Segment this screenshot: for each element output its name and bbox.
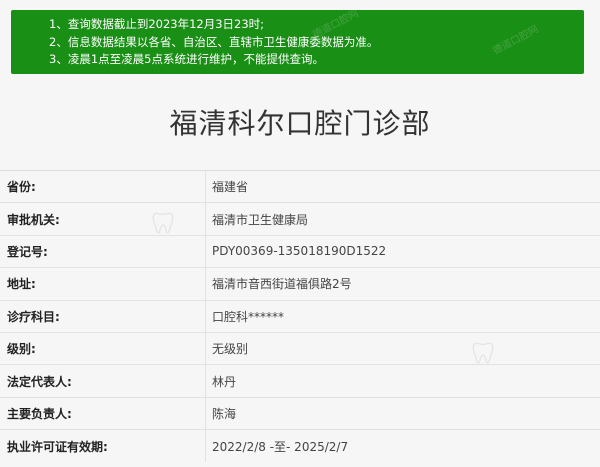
table-row: 省份: 福建省 <box>0 170 600 203</box>
row-value: 2022/2/8 -至- 2025/2/7 <box>212 439 349 454</box>
table-row: 登记号: PDY00369-135018190D1522 <box>0 235 600 268</box>
table-row: 审批机关: 福清市卫生健康局 <box>0 202 600 236</box>
row-label: 执业许可证有效期: <box>0 429 206 463</box>
row-value: 无级别 <box>212 342 249 357</box>
row-label: 地址: <box>0 267 206 301</box>
notice-line-3: 3、凌晨1点至凌晨5点系统进行维护，不能提供查询。 <box>49 52 324 66</box>
row-label: 省份: <box>0 170 206 203</box>
row-label: 诊疗科目: <box>0 300 206 333</box>
page-title: 福清科尔口腔门诊部 <box>169 107 431 140</box>
notice-banner: 1、查询数据截止到2023年12月3日23时; 2、信息数据结果以各省、自治区、… <box>11 8 584 74</box>
row-value: PDY00369-135018190D1522 <box>212 244 387 259</box>
table-row: 法定代表人: 林丹 <box>0 364 600 398</box>
notice-line-1: 1、查询数据截止到2023年12月3日23时; <box>49 17 265 31</box>
row-value: 陈海 <box>212 406 237 421</box>
table-row: 诊疗科目: 口腔科****** <box>0 300 600 333</box>
row-value: 福建省 <box>212 180 249 195</box>
row-label: 登记号: <box>0 235 206 268</box>
row-value: 福清市音西街道福俱路2号 <box>212 277 352 292</box>
row-value: 林丹 <box>212 374 237 389</box>
row-label: 主要负责人: <box>0 397 206 430</box>
row-label: 法定代表人: <box>0 364 206 398</box>
info-table: 省份: 福建省 审批机关: 福清市卫生健康局 登记号: PDY00369-135… <box>0 170 600 463</box>
row-value: 口腔科****** <box>212 309 285 324</box>
row-label: 审批机关: <box>0 202 206 236</box>
table-row: 执业许可证有效期: 2022/2/8 -至- 2025/2/7 <box>0 429 600 463</box>
table-row: 级别: 无级别 <box>0 332 600 365</box>
row-label: 级别: <box>0 332 206 365</box>
table-row: 地址: 福清市音西街道福俱路2号 <box>0 267 600 301</box>
row-value: 福清市卫生健康局 <box>212 212 309 227</box>
table-row: 主要负责人: 陈海 <box>0 397 600 430</box>
notice-line-2: 2、信息数据结果以各省、自治区、直辖市卫生健康委数据为准。 <box>49 34 379 49</box>
